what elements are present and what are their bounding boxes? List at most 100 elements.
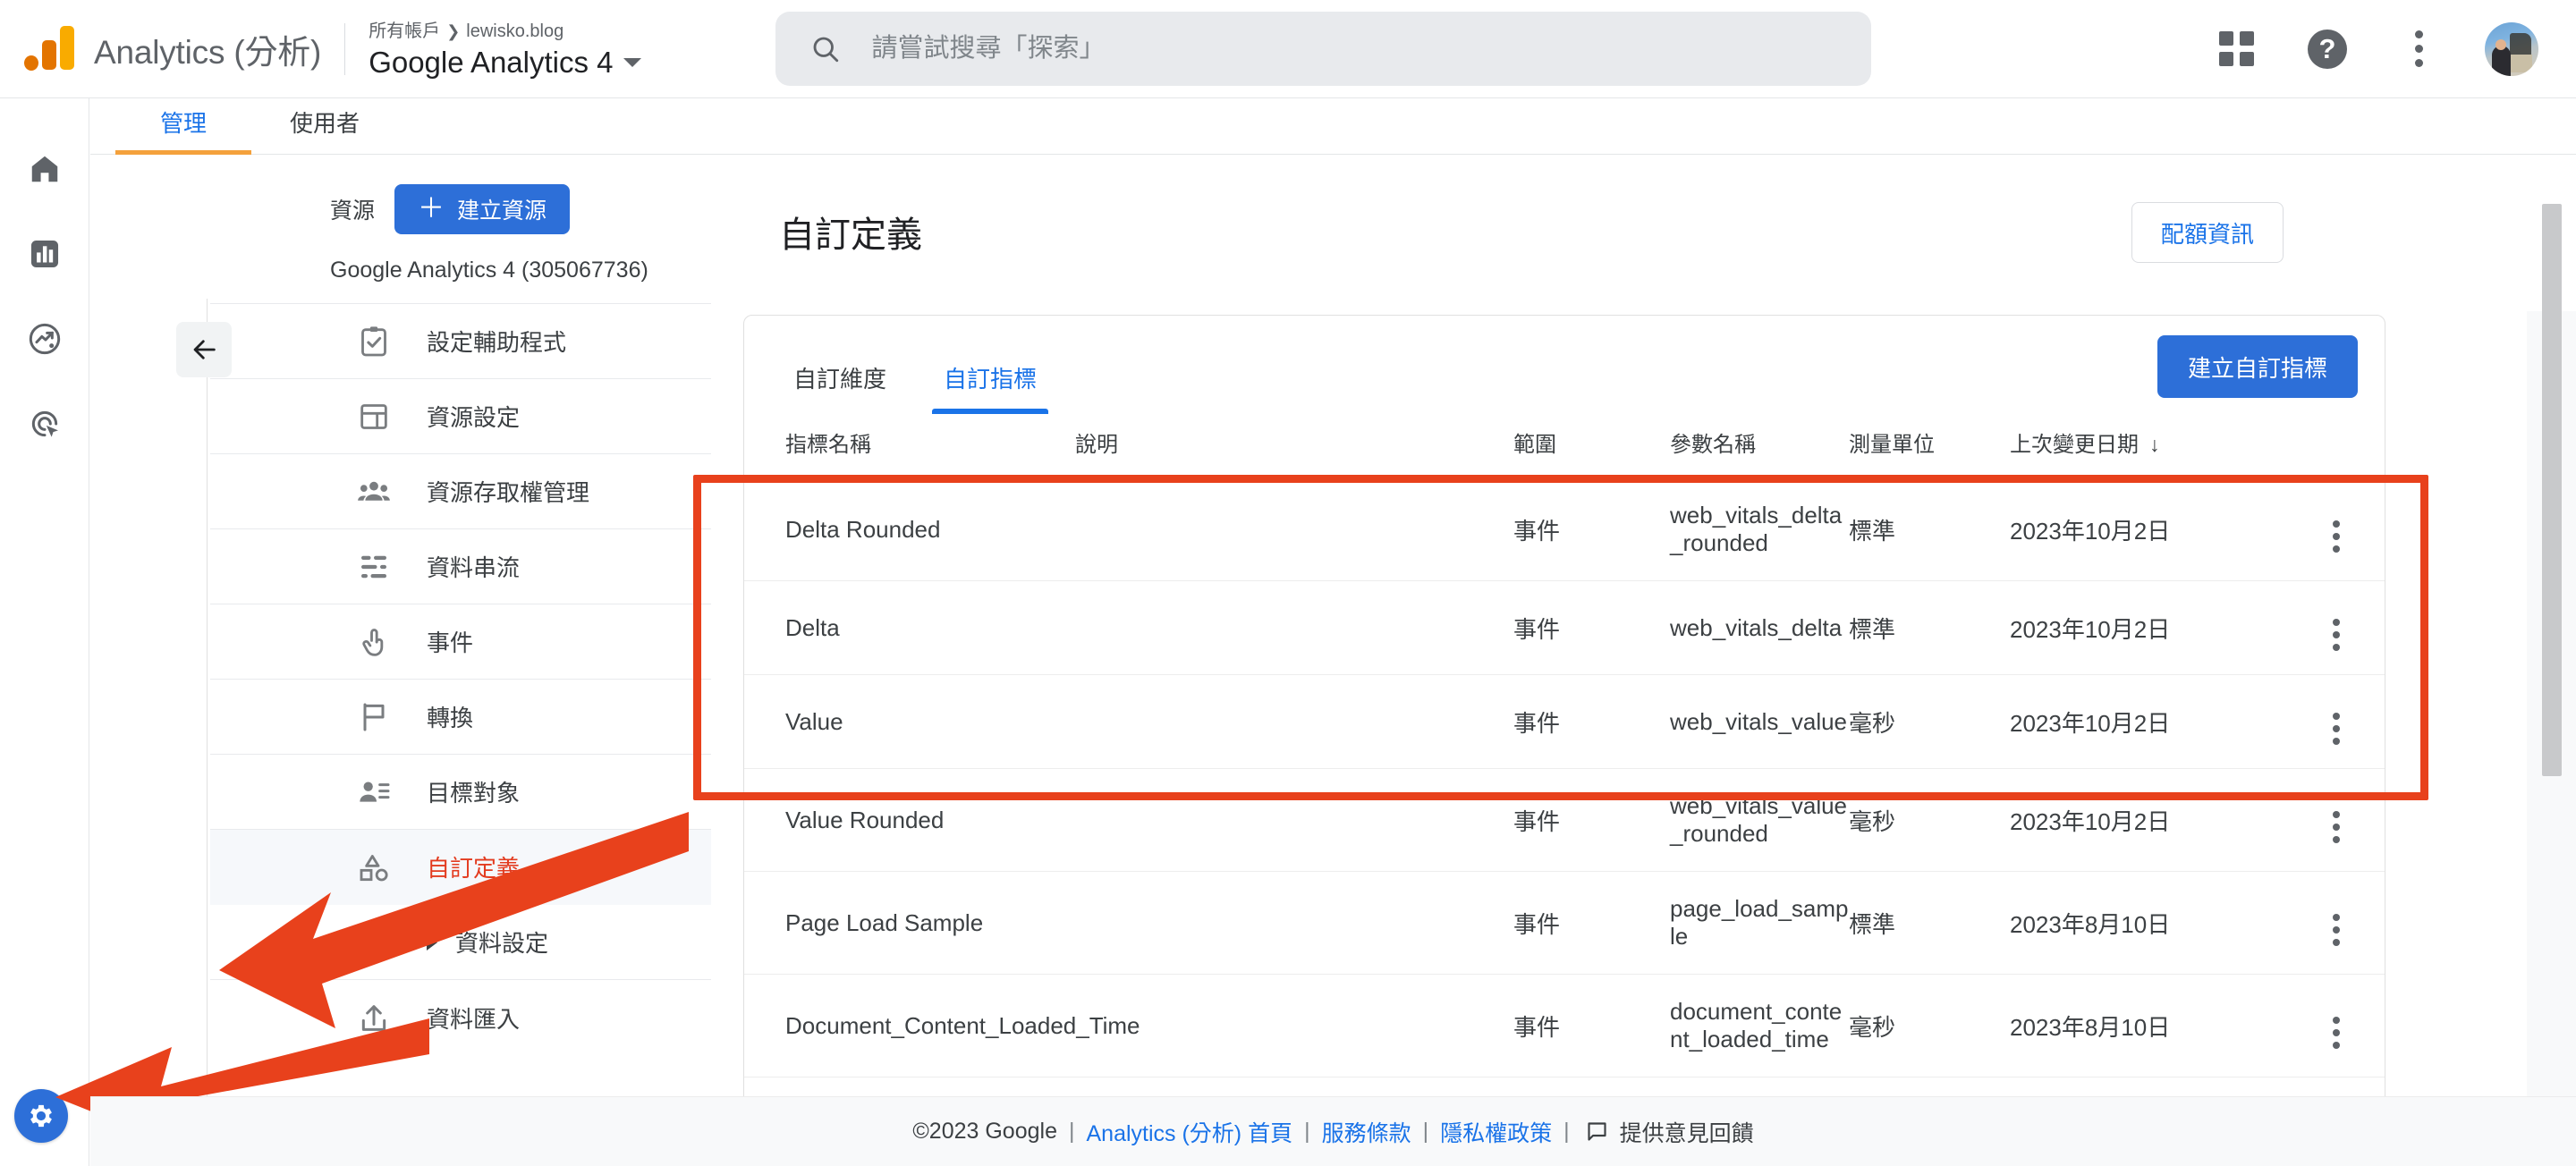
sidebar-item-property-access[interactable]: 資源存取權管理 (210, 454, 711, 529)
cell-unit: 毫秒 (1849, 674, 2010, 769)
sidebar-item-conversions[interactable]: 轉換 (210, 680, 711, 755)
column-header-description[interactable]: 說明 (1075, 414, 1513, 478)
sidebar-item-custom-definitions[interactable]: 自訂定義 (210, 830, 711, 905)
home-icon (31, 156, 57, 182)
create-property-button[interactable]: ＋ 建立資源 (394, 184, 571, 234)
sidebar-item-property-settings[interactable]: 資源設定 (210, 379, 711, 454)
footer-divider: | (1422, 1119, 1429, 1144)
table-row[interactable]: Document_Content_Loaded_Time 事件 document… (744, 974, 2385, 1077)
sidebar-item-setup-assistant[interactable]: 設定輔助程式 (210, 304, 711, 379)
people-icon (353, 473, 394, 511)
table-row[interactable]: Value Rounded 事件 web_vitals_value_rounde… (744, 768, 2385, 872)
footer-link-analytics-home[interactable]: Analytics (分析) 首頁 (1086, 1116, 1292, 1148)
column-header-unit[interactable]: 測量單位 (1849, 414, 2010, 478)
row-more-icon[interactable] (2333, 520, 2340, 553)
sidebar-item-data-streams[interactable]: 資料串流 (210, 529, 711, 604)
sidebar-item-data-import[interactable]: 資料匯入 (210, 980, 711, 1055)
table-row[interactable]: Value 事件 web_vitals_value 毫秒 2023年10月2日 (744, 674, 2385, 769)
cell-scope: 事件 (1513, 768, 1670, 872)
sidebar-item-home[interactable] (17, 141, 72, 197)
cell-metric-name: Value (744, 674, 1075, 769)
column-header-metric-name[interactable]: 指標名稱 (744, 414, 1075, 478)
sidebar-item-advertising[interactable] (17, 396, 72, 452)
resource-label: 資源 (330, 199, 376, 224)
cell-description (1075, 871, 1513, 975)
cell-actions (2287, 674, 2385, 769)
cell-description (1075, 674, 1513, 769)
bar-chart-icon (30, 240, 58, 268)
sidebar-item-data-settings[interactable]: 資料設定 (210, 905, 711, 980)
column-header-parameter-name[interactable]: 參數名稱 (1670, 414, 1849, 478)
cell-parameter-name: page_load_sample (1670, 871, 1849, 975)
more-vertical-icon (2414, 30, 2423, 67)
table-row[interactable]: Page Load Sample 事件 page_load_sample 標準 … (744, 871, 2385, 975)
row-more-icon[interactable] (2333, 713, 2340, 745)
sidebar-item-explore[interactable] (17, 311, 72, 367)
row-more-icon[interactable] (2333, 619, 2340, 651)
sidebar-item-reports[interactable] (17, 226, 72, 282)
column-header-last-modified[interactable]: 上次變更日期 ↓ (2010, 414, 2287, 478)
property-selector[interactable]: Google Analytics 4 (369, 46, 641, 80)
cell-last-modified: 2023年10月2日 (2010, 768, 2287, 872)
sidebar-item-label: 轉換 (427, 705, 474, 731)
table-row[interactable]: Delta Rounded 事件 web_vitals_delta_rounde… (744, 477, 2385, 581)
row-more-icon[interactable] (2333, 914, 2340, 946)
tab-users[interactable]: 使用者 (257, 106, 393, 154)
footer-link-privacy[interactable]: 隱私權政策 (1440, 1116, 1552, 1148)
search-input[interactable] (871, 34, 1837, 63)
page-scrollbar-thumb[interactable] (2542, 204, 2562, 776)
feedback-label: 提供意見回饋 (1619, 1120, 1754, 1146)
topbar-divider (344, 22, 346, 75)
content-area: 資源 ＋ 建立資源 Google Analytics 4 (305067736)… (90, 156, 2576, 1166)
main-panel: 自訂定義 配額資訊 自訂維度 自訂指標 建立自訂指標 指標名稱 說明 範圍 參數… (731, 156, 2421, 1166)
apps-grid-button[interactable] (2211, 24, 2261, 74)
sidebar-item-label: 資料串流 (427, 554, 521, 581)
column-header-scope[interactable]: 範圍 (1513, 414, 1670, 478)
cell-parameter-name: document_content_loaded_time (1670, 974, 1849, 1077)
column-header-last-modified-label: 上次變更日期 (2010, 433, 2139, 457)
breadcrumb-separator-icon: ❯ (446, 21, 461, 40)
expand-caret-icon[interactable] (427, 934, 437, 951)
sidebar-item-events[interactable]: 事件 (210, 604, 711, 680)
row-more-icon[interactable] (2333, 1017, 2340, 1049)
search-icon (813, 37, 838, 62)
footer-link-terms[interactable]: 服務條款 (1322, 1116, 1411, 1148)
resource-row: 資源 ＋ 建立資源 (330, 184, 711, 234)
collapse-nav-button[interactable] (176, 322, 232, 377)
table-header-row: 指標名稱 說明 範圍 參數名稱 測量單位 上次變更日期 ↓ (744, 414, 2385, 478)
footer-divider: | (1304, 1119, 1310, 1144)
page-tabs: 管理 使用者 (90, 98, 2576, 155)
avatar[interactable] (2485, 21, 2538, 76)
footer-divider: | (1068, 1119, 1075, 1144)
more-options-button[interactable] (2394, 24, 2444, 74)
account-selector[interactable]: 所有帳戶 ❯ lewisko.blog Google Analytics 4 (369, 19, 641, 80)
search-bar[interactable] (775, 12, 1871, 86)
analytics-logo-icon (22, 23, 74, 75)
breadcrumb-account: 所有帳戶 (369, 21, 441, 41)
quota-info-button[interactable]: 配額資訊 (2131, 202, 2284, 263)
cell-metric-name: Value Rounded (744, 768, 1075, 872)
tab-admin[interactable]: 管理 (115, 106, 251, 155)
create-custom-metric-button[interactable]: 建立自訂指標 (2157, 335, 2358, 398)
column-header-actions (2287, 414, 2385, 478)
flag-icon (353, 699, 394, 735)
apps-grid-icon (2218, 31, 2254, 66)
cell-metric-name: Delta (744, 580, 1075, 675)
admin-settings-button[interactable] (14, 1089, 68, 1143)
tab-custom-metrics[interactable]: 自訂指標 (923, 361, 1057, 414)
card-tabs: 自訂維度 自訂指標 建立自訂指標 (744, 316, 2385, 414)
cell-last-modified: 2023年8月10日 (2010, 974, 2287, 1077)
cell-actions (2287, 580, 2385, 675)
tab-custom-dimensions[interactable]: 自訂維度 (773, 361, 907, 414)
data-stream-icon (353, 548, 394, 586)
cell-parameter-name: web_vitals_value (1670, 674, 1849, 769)
sidebar-item-audiences[interactable]: 目標對象 (210, 755, 711, 830)
cell-unit: 標準 (1849, 477, 2010, 581)
sidebar-item-label: 資源存取權管理 (427, 479, 590, 506)
gear-icon (30, 1104, 52, 1128)
cell-last-modified: 2023年8月10日 (2010, 871, 2287, 975)
table-row[interactable]: Delta 事件 web_vitals_delta 標準 2023年10月2日 (744, 580, 2385, 675)
help-button[interactable]: ? (2302, 24, 2352, 74)
admin-nav-list: 設定輔助程式 資源設定 資源存取權管理 資料串流 事件 轉換 目標對象 自訂定義… (210, 303, 711, 1055)
row-more-icon[interactable] (2333, 811, 2340, 843)
